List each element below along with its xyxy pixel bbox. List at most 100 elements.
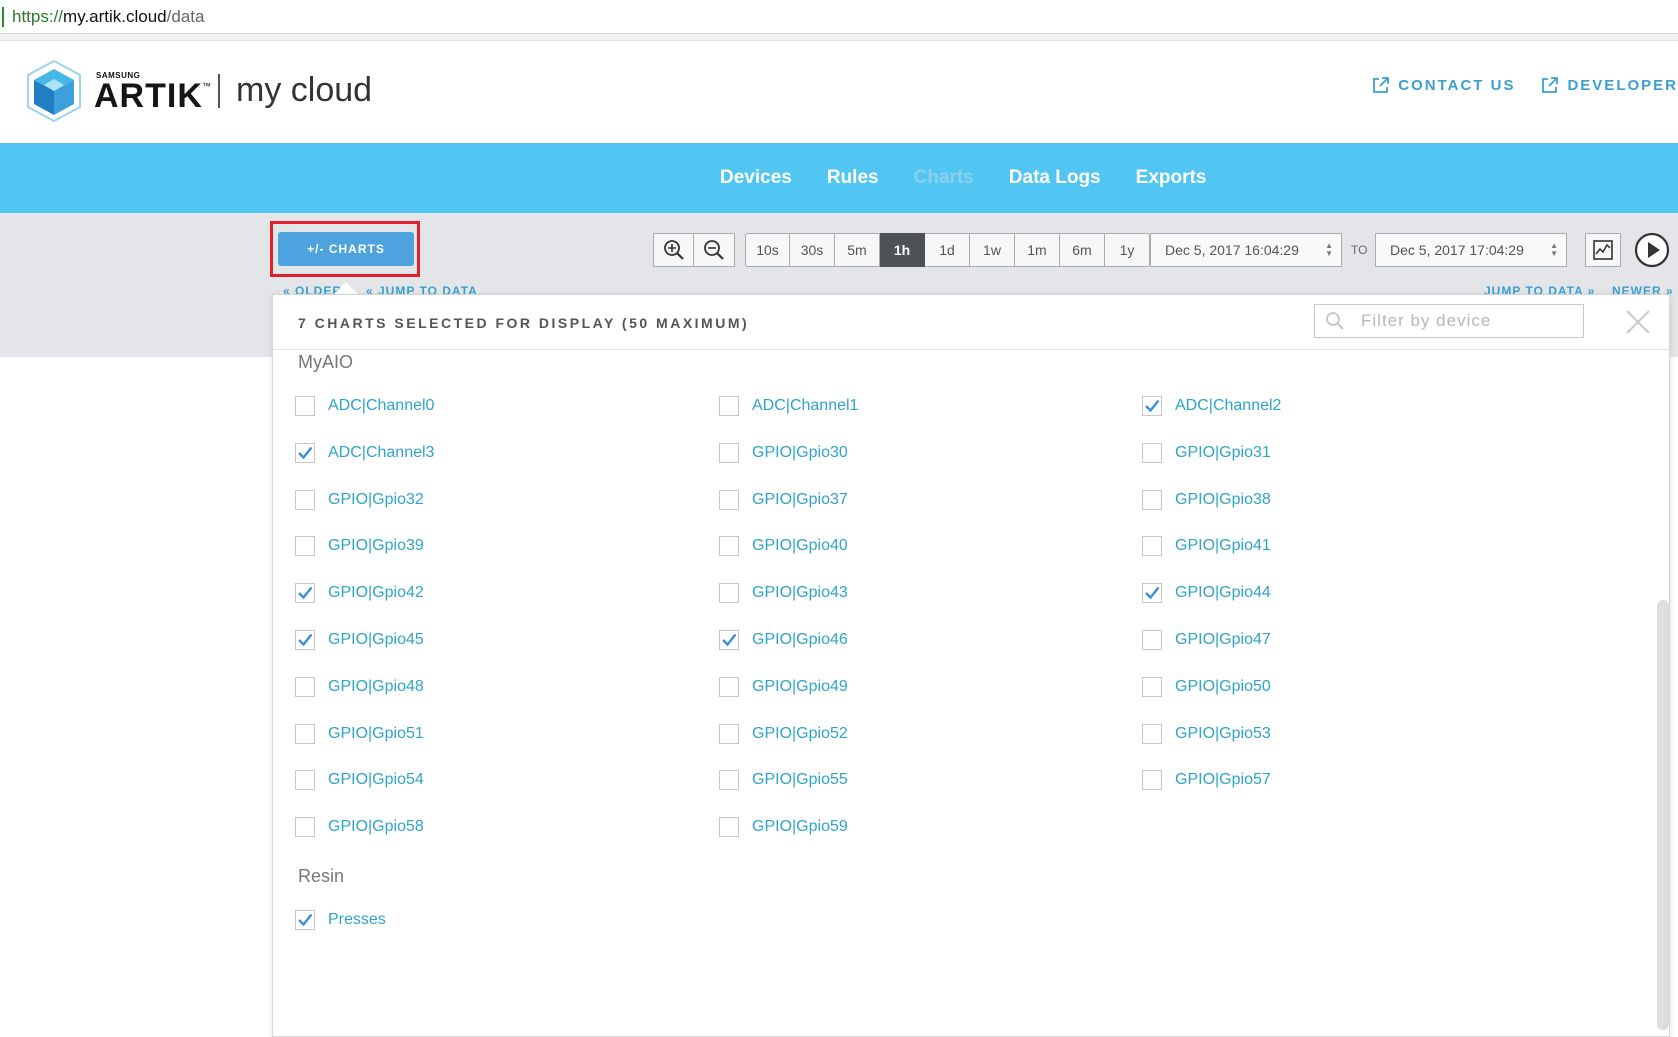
chart-option-item[interactable]: ADC|Channel1 <box>719 396 858 416</box>
chart-option-label: GPIO|Gpio51 <box>328 724 424 742</box>
checkbox-checked[interactable] <box>1142 396 1162 416</box>
nav-charts[interactable]: Charts <box>914 167 974 189</box>
chart-option-item[interactable]: GPIO|Gpio57 <box>1142 770 1271 791</box>
checkbox-unchecked[interactable] <box>719 723 739 744</box>
chart-option-item[interactable]: GPIO|Gpio54 <box>295 770 424 791</box>
chart-option-item[interactable]: GPIO|Gpio59 <box>719 817 848 838</box>
artik-logo[interactable]: SAMSUNG ARTIK ™ <box>26 59 211 123</box>
checkbox-unchecked[interactable] <box>1142 630 1162 650</box>
range-1m[interactable]: 1m <box>1015 233 1060 267</box>
checkbox-checked[interactable] <box>719 630 739 650</box>
checkbox-unchecked[interactable] <box>719 676 739 697</box>
zoom-out-button[interactable] <box>694 233 735 267</box>
checkbox-unchecked[interactable] <box>719 489 739 510</box>
chart-option-item[interactable]: GPIO|Gpio40 <box>719 536 848 557</box>
address-bar[interactable]: https://my.artik.cloud/data <box>0 0 1678 34</box>
chart-view-button[interactable] <box>1585 233 1621 267</box>
chart-option-item[interactable]: ADC|Channel3 <box>295 442 434 463</box>
range-30s[interactable]: 30s <box>790 233 835 267</box>
chart-option-item[interactable]: GPIO|Gpio44 <box>1142 583 1271 604</box>
filter-input[interactable] <box>1359 310 1563 332</box>
chart-option-label: GPIO|Gpio44 <box>1175 584 1271 602</box>
checkbox-unchecked[interactable] <box>1142 676 1162 697</box>
chart-option-item[interactable]: Presses <box>295 910 386 931</box>
nav-devices[interactable]: Devices <box>720 167 792 189</box>
chart-option-label: GPIO|Gpio53 <box>1175 724 1271 742</box>
chart-option-item[interactable]: ADC|Channel2 <box>1142 396 1281 416</box>
chart-option-item[interactable]: GPIO|Gpio32 <box>295 489 424 510</box>
checkbox-unchecked[interactable] <box>719 396 739 416</box>
checkbox-unchecked[interactable] <box>719 770 739 791</box>
search-icon <box>1326 312 1344 330</box>
checkbox-unchecked[interactable] <box>1142 489 1162 510</box>
checkbox-unchecked[interactable] <box>1142 770 1162 791</box>
chart-option-item[interactable]: GPIO|Gpio42 <box>295 583 424 604</box>
range-1y[interactable]: 1y <box>1105 233 1150 267</box>
checkbox-checked[interactable] <box>1142 583 1162 604</box>
range-1h[interactable]: 1h <box>880 233 925 267</box>
chart-option-item[interactable]: GPIO|Gpio45 <box>295 630 424 650</box>
checkbox-unchecked[interactable] <box>1142 723 1162 744</box>
checkbox-unchecked[interactable] <box>295 489 315 510</box>
checkbox-unchecked[interactable] <box>719 817 739 838</box>
chart-option-item[interactable]: GPIO|Gpio41 <box>1142 536 1271 557</box>
close-icon[interactable] <box>1625 309 1651 335</box>
spinner-icon[interactable]: ▲ ▼ <box>1550 242 1558 258</box>
range-6m[interactable]: 6m <box>1060 233 1105 267</box>
chart-option-item[interactable]: ADC|Channel0 <box>295 396 434 416</box>
checkbox-unchecked[interactable] <box>1142 536 1162 557</box>
spinner-icon[interactable]: ▲ ▼ <box>1325 242 1333 258</box>
checkbox-checked[interactable] <box>295 910 315 931</box>
range-1d[interactable]: 1d <box>925 233 970 267</box>
developer-link[interactable]: DEVELOPER <box>1541 76 1678 94</box>
checkbox-checked[interactable] <box>295 583 315 604</box>
checkbox-unchecked[interactable] <box>719 583 739 604</box>
scrollbar-thumb[interactable] <box>1657 600 1669 1030</box>
chart-option-label: GPIO|Gpio47 <box>1175 631 1271 648</box>
chart-option-label: ADC|Channel2 <box>1175 397 1282 414</box>
checkbox-unchecked[interactable] <box>295 396 315 416</box>
toggle-charts-button[interactable]: +/- CHARTS <box>278 232 414 266</box>
zoom-in-button[interactable] <box>653 233 694 267</box>
date-to-input[interactable]: Dec 5, 2017 17:04:29 ▲ ▼ <box>1375 233 1567 267</box>
chart-option-item[interactable]: GPIO|Gpio30 <box>719 442 848 463</box>
checkbox-unchecked[interactable] <box>295 770 315 791</box>
to-label: TO <box>1351 243 1368 257</box>
date-from-input[interactable]: Dec 5, 2017 16:04:29 ▲ ▼ <box>1150 233 1342 267</box>
nav-data-logs[interactable]: Data Logs <box>1009 167 1101 189</box>
chart-option-item[interactable]: GPIO|Gpio48 <box>295 676 424 697</box>
chart-option-item[interactable]: GPIO|Gpio52 <box>719 723 848 744</box>
chart-option-item[interactable]: GPIO|Gpio46 <box>719 630 848 650</box>
chart-option-item[interactable]: GPIO|Gpio39 <box>295 536 424 557</box>
chart-option-item[interactable]: GPIO|Gpio55 <box>719 770 848 791</box>
chart-option-item[interactable]: GPIO|Gpio53 <box>1142 723 1271 744</box>
chart-option-item[interactable]: GPIO|Gpio38 <box>1142 489 1271 510</box>
checkbox-checked[interactable] <box>295 630 315 650</box>
chart-option-item[interactable]: GPIO|Gpio37 <box>719 489 848 510</box>
chart-option-item[interactable]: GPIO|Gpio47 <box>1142 630 1271 650</box>
chart-option-item[interactable]: GPIO|Gpio31 <box>1142 442 1271 463</box>
nav-exports[interactable]: Exports <box>1136 167 1207 189</box>
chart-option-item[interactable]: GPIO|Gpio43 <box>719 583 848 604</box>
checkbox-unchecked[interactable] <box>295 536 315 557</box>
chart-option-item[interactable]: GPIO|Gpio49 <box>719 676 848 697</box>
zoom-in-icon <box>663 240 684 260</box>
filter-box[interactable] <box>1314 304 1584 338</box>
range-10s[interactable]: 10s <box>745 233 790 267</box>
nav-rules[interactable]: Rules <box>827 167 879 189</box>
chart-option-item[interactable]: GPIO|Gpio50 <box>1142 676 1271 697</box>
contact-us-link[interactable]: CONTACT US <box>1372 76 1515 94</box>
chart-option-item[interactable]: GPIO|Gpio58 <box>295 817 424 838</box>
checkbox-unchecked[interactable] <box>295 817 315 838</box>
range-5m[interactable]: 5m <box>835 233 880 267</box>
chart-option-item[interactable]: GPIO|Gpio51 <box>295 723 424 744</box>
checkbox-unchecked[interactable] <box>295 723 315 744</box>
checkbox-unchecked[interactable] <box>1142 442 1162 463</box>
checkbox-unchecked[interactable] <box>719 536 739 557</box>
play-icon[interactable] <box>1634 232 1670 268</box>
range-1w[interactable]: 1w <box>970 233 1015 267</box>
panel-title: 7 CHARTS SELECTED FOR DISPLAY (50 MAXIMU… <box>298 315 750 331</box>
checkbox-unchecked[interactable] <box>719 442 739 463</box>
checkbox-checked[interactable] <box>295 442 315 463</box>
checkbox-unchecked[interactable] <box>295 676 315 697</box>
